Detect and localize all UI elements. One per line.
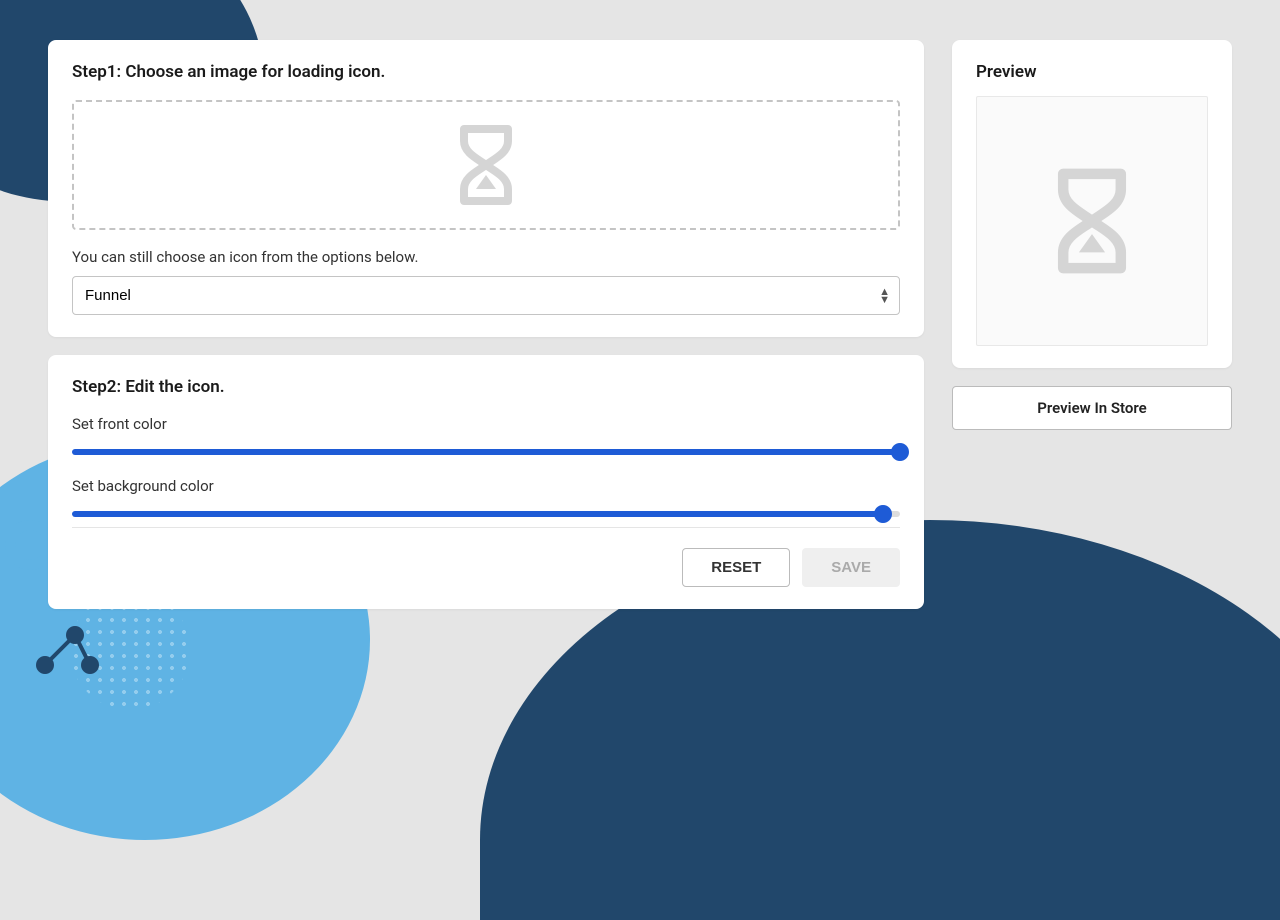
bg-color-slider[interactable] bbox=[72, 511, 900, 517]
preview-title: Preview bbox=[976, 62, 1208, 82]
preview-in-store-button[interactable]: Preview In Store bbox=[952, 386, 1232, 430]
step2-card: Step2: Edit the icon. Set front color Se… bbox=[48, 355, 924, 609]
step1-hint: You can still choose an icon from the op… bbox=[72, 248, 900, 266]
save-button: SAVE bbox=[802, 548, 900, 587]
icon-select[interactable]: Funnel bbox=[72, 276, 900, 315]
front-color-slider[interactable] bbox=[72, 449, 900, 455]
step1-title: Step1: Choose an image for loading icon. bbox=[72, 62, 900, 82]
image-upload-zone[interactable] bbox=[72, 100, 900, 230]
preview-card: Preview bbox=[952, 40, 1232, 368]
bg-color-label: Set background color bbox=[72, 477, 900, 495]
divider bbox=[72, 527, 900, 528]
front-color-label: Set front color bbox=[72, 415, 900, 433]
hourglass-icon bbox=[454, 123, 518, 207]
bg-color-slider-thumb[interactable] bbox=[874, 505, 892, 523]
step1-card: Step1: Choose an image for loading icon.… bbox=[48, 40, 924, 337]
step2-title: Step2: Edit the icon. bbox=[72, 377, 900, 397]
preview-box bbox=[976, 96, 1208, 346]
front-color-slider-thumb[interactable] bbox=[891, 443, 909, 461]
reset-button[interactable]: RESET bbox=[682, 548, 790, 587]
hourglass-icon bbox=[1050, 166, 1134, 276]
